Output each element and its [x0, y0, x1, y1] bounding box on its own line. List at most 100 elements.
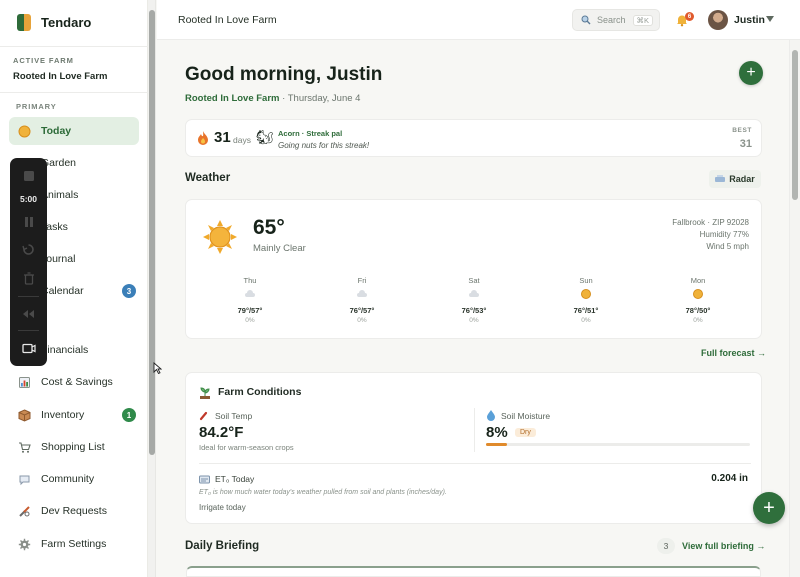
- et-note: ET₀ is how much water today's weather pu…: [199, 489, 447, 496]
- floating-add-button[interactable]: +: [753, 492, 785, 524]
- restart-icon[interactable]: [21, 242, 36, 257]
- soil-temp-note: Ideal for warm-season crops: [199, 443, 294, 452]
- forecast-day-name: Thu: [243, 276, 257, 285]
- moisture-bar-fill: [486, 443, 507, 446]
- brand[interactable]: Tendaro: [17, 14, 91, 31]
- weather-wind: Wind 5 mph: [706, 242, 749, 251]
- soil-moisture-value: 8%: [486, 424, 508, 441]
- sidebar-item-label: Financials: [41, 344, 89, 356]
- view-full-briefing-link[interactable]: View full briefing →: [682, 541, 765, 551]
- forecast-day: Mon 78°/50° 0%: [668, 276, 728, 324]
- divider: [199, 463, 751, 464]
- sidebar-scrollbar-thumb[interactable]: [149, 10, 155, 455]
- box-icon: [17, 408, 31, 422]
- inventory-count-badge: 1: [122, 408, 136, 422]
- top-bar: Rooted In Love Farm Search ⌘K 6 Justin: [157, 0, 800, 40]
- active-farm-name[interactable]: Rooted In Love Farm: [13, 71, 107, 82]
- chat-icon: [17, 472, 31, 486]
- weather-section-title: Weather: [185, 172, 231, 184]
- streak-card: 31 days 🐿 Acorn · Streak pal Going nuts …: [185, 119, 762, 157]
- chart-icon: [17, 375, 31, 389]
- radar-button[interactable]: Radar: [709, 170, 761, 188]
- streak-count: 31: [214, 129, 231, 146]
- et-label: ET₀ Today: [215, 474, 255, 484]
- app-name: Tendaro: [41, 15, 92, 30]
- divider: [0, 46, 148, 47]
- sidebar-item-shopping-list[interactable]: Shopping List: [9, 433, 139, 461]
- forecast-temps: 76°/51°: [573, 306, 599, 315]
- sidebar-item-community[interactable]: Community: [9, 465, 139, 493]
- streak-pal-note: Going nuts for this streak!: [278, 141, 370, 150]
- sidebar-item-label: Cost & Savings: [41, 376, 113, 388]
- cloud-icon: [469, 290, 479, 297]
- plus-icon: +: [746, 64, 756, 81]
- current-temperature: 65°: [253, 216, 285, 239]
- farm-link[interactable]: Rooted In Love Farm: [185, 93, 279, 104]
- cloud-icon: [357, 290, 367, 297]
- mouse-cursor-icon: [153, 362, 162, 374]
- briefing-card: [186, 566, 761, 577]
- sidebar-item-today[interactable]: Today: [9, 117, 139, 145]
- et-action: Irrigate today: [199, 503, 246, 512]
- forecast-precip: 0%: [469, 317, 479, 324]
- sidebar-item-label: Farm Settings: [41, 538, 107, 550]
- divider: [474, 408, 475, 452]
- farm-conditions-card: Farm Conditions Soil Temp 84.2°F Ideal f…: [185, 372, 762, 524]
- farm-conditions-title: Farm Conditions: [218, 386, 302, 398]
- avatar[interactable]: [708, 10, 728, 30]
- sun-icon: [581, 289, 591, 299]
- forecast-day-name: Sun: [579, 276, 593, 285]
- main-scrollbar-thumb[interactable]: [792, 50, 798, 200]
- sun-icon: [17, 124, 31, 138]
- cart-icon: [17, 440, 31, 454]
- sidebar-item-label: Inventory: [41, 409, 85, 421]
- tools-icon: [17, 504, 31, 518]
- search-shortcut: ⌘K: [632, 14, 654, 26]
- sun-icon: [203, 220, 237, 254]
- greeting: Good morning, Justin: [185, 64, 383, 85]
- forecast-day: Sat 76°/53° 0%: [444, 276, 504, 324]
- sidebar-item-label: Dev Requests: [41, 505, 107, 517]
- chevron-down-icon[interactable]: [766, 16, 774, 22]
- nav-section-label: PRIMARY: [16, 102, 57, 111]
- forecast-day-name: Fri: [357, 276, 367, 285]
- pause-icon[interactable]: [21, 214, 36, 229]
- forecast-day: Fri 76°/57° 0%: [332, 276, 392, 324]
- sidebar-scrollbar[interactable]: [148, 0, 156, 577]
- current-condition: Mainly Clear: [253, 243, 306, 254]
- quick-add-button[interactable]: +: [739, 61, 763, 85]
- sidebar-item-dev-requests[interactable]: Dev Requests: [9, 497, 139, 525]
- weather-card: 65° Mainly Clear Fallbrook · ZIP 92028 H…: [185, 199, 762, 339]
- forecast-precip: 0%: [693, 317, 703, 324]
- user-name[interactable]: Justin: [734, 14, 765, 26]
- forecast-precip: 0%: [245, 317, 255, 324]
- recording-timer: 5:00: [19, 194, 37, 204]
- main-scrollbar[interactable]: [789, 40, 800, 577]
- best-streak-label: BEST: [732, 127, 752, 134]
- sidebar-item-label: Shopping List: [41, 441, 105, 453]
- streak-unit: days: [233, 135, 251, 145]
- sidebar-item-farm-settings[interactable]: Farm Settings: [9, 530, 139, 558]
- squirrel-icon: 🐿: [256, 129, 274, 145]
- sidebar-item-inventory[interactable]: Inventory 1: [9, 401, 139, 429]
- trash-icon[interactable]: [21, 271, 36, 286]
- stop-icon[interactable]: [21, 168, 36, 183]
- rewind-icon[interactable]: [21, 306, 36, 321]
- sidebar-item-cost-savings[interactable]: Cost & Savings: [9, 368, 139, 396]
- et-value: 0.204 in: [711, 473, 748, 484]
- forecast-temps: 79°/57°: [237, 306, 263, 315]
- best-streak-value: 31: [739, 138, 752, 150]
- forecast-day: Sun 76°/51° 0%: [556, 276, 616, 324]
- forecast-temps: 78°/50°: [685, 306, 711, 315]
- camera-icon[interactable]: [21, 341, 36, 356]
- page-title: Rooted In Love Farm: [178, 14, 277, 26]
- full-forecast-link[interactable]: Full forecast →: [701, 348, 766, 358]
- moisture-status-badge: Dry: [515, 428, 536, 437]
- divider: [18, 330, 39, 331]
- fire-icon: [198, 131, 208, 145]
- divider: [0, 92, 148, 93]
- search-button[interactable]: Search ⌘K: [572, 9, 660, 31]
- cloud-icon: [245, 290, 255, 297]
- forecast-temps: 76°/53°: [461, 306, 487, 315]
- streak-pal-title: Acorn · Streak pal: [278, 129, 343, 138]
